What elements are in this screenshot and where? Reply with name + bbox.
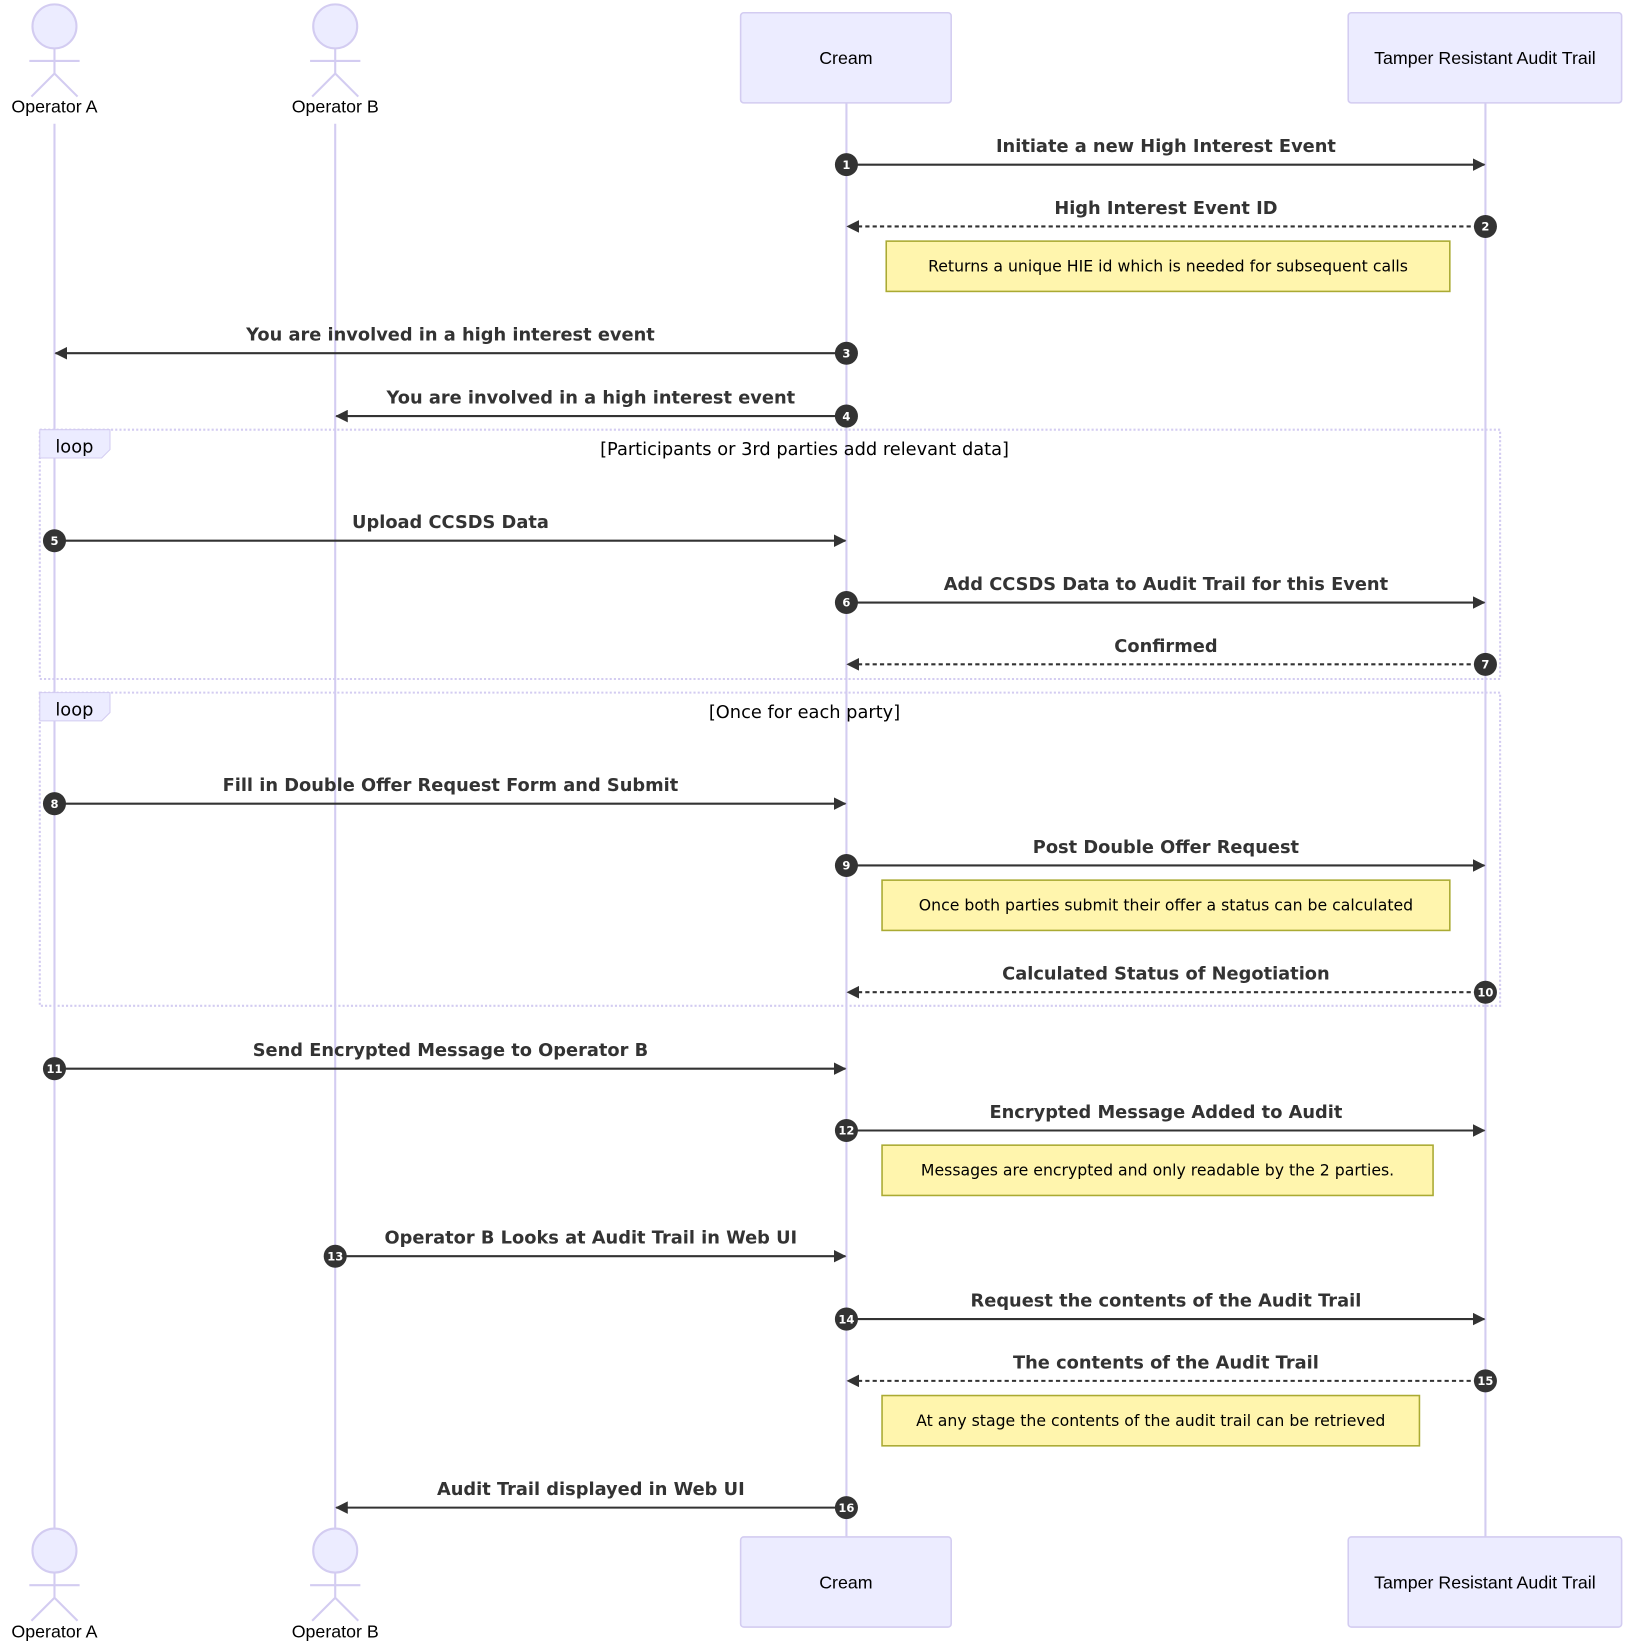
- message-8: Fill in Double Offer Request Form and Su…: [42, 775, 847, 816]
- note: Once both parties submit their offer a s…: [881, 879, 1451, 932]
- sequence-number: 2: [1481, 220, 1489, 234]
- actor-head-icon: [31, 1527, 78, 1574]
- message-12: Encrypted Message Added to Audit 12: [834, 1102, 1486, 1143]
- participant-label: Tamper Resistant Audit Trail: [1374, 48, 1596, 68]
- message-label: Send Encrypted Message to Operator B: [253, 1040, 648, 1061]
- loop-block: loop [Participants or 3rd parties add rel…: [38, 428, 1502, 681]
- message-14: Request the contents of the Audit Trail 1…: [834, 1290, 1486, 1331]
- actor-operator-b-top: Operator B: [292, 3, 379, 116]
- message-2: High Interest Event ID 2: [846, 198, 1497, 238]
- loop-label: loop: [55, 437, 93, 458]
- note-text: Returns a unique HIE id which is needed …: [928, 257, 1408, 276]
- loop-label: loop: [55, 700, 93, 721]
- actor-label: Operator A: [11, 96, 97, 116]
- sequence-number: 8: [50, 797, 58, 811]
- note: Returns a unique HIE id which is needed …: [885, 240, 1451, 293]
- sequence-diagram: loop [Participants or 3rd parties add rel…: [0, 0, 1630, 1644]
- note-text: Once both parties submit their offer a s…: [919, 896, 1413, 915]
- actor-body-icon: [29, 1572, 80, 1622]
- actor-operator-b-bottom: Operator B: [292, 1527, 379, 1642]
- participant-tamper-resistant-audit-trail-top: Tamper Resistant Audit Trail: [1347, 11, 1623, 104]
- message-3: You are involved in a high interest even…: [54, 325, 858, 365]
- message-label: Confirmed: [1114, 636, 1217, 657]
- sequence-number: 7: [1481, 658, 1489, 672]
- actor-operator-a-bottom: Operator A: [11, 1527, 98, 1642]
- message-label: Post Double Offer Request: [1033, 837, 1300, 858]
- participant-cream-bottom: Cream: [739, 1536, 952, 1628]
- sequence-number: 3: [842, 346, 850, 360]
- participant-label: Cream: [819, 1572, 872, 1592]
- participant-cream-top: Cream: [739, 11, 952, 104]
- sequence-number: 4: [842, 409, 850, 423]
- note-text: Messages are encrypted and only readable…: [921, 1161, 1394, 1180]
- loop-condition: [Participants or 3rd parties add relevan…: [600, 439, 1009, 460]
- actor-label: Operator A: [11, 1622, 97, 1642]
- message-7: Confirmed 7: [846, 636, 1497, 676]
- sequence-number: 5: [50, 534, 58, 548]
- participant-label: Cream: [819, 48, 872, 68]
- note: Messages are encrypted and only readable…: [881, 1144, 1434, 1197]
- sequence-number: 12: [838, 1124, 854, 1138]
- sequence-number: 15: [1477, 1374, 1493, 1388]
- message-label: Operator B Looks at Audit Trail in Web U…: [384, 1228, 797, 1249]
- message-16: Audit Trail displayed in Web UI 16: [335, 1479, 858, 1520]
- note-text: At any stage the contents of the audit t…: [916, 1411, 1385, 1430]
- message-11: Send Encrypted Message to Operator B 11: [42, 1040, 847, 1081]
- actor-body-icon: [310, 1572, 361, 1622]
- message-label: You are involved in a high interest even…: [245, 325, 655, 346]
- participant-tamper-resistant-audit-trail-bottom: Tamper Resistant Audit Trail: [1347, 1536, 1623, 1628]
- message-6: Add CCSDS Data to Audit Trail for this E…: [834, 574, 1486, 615]
- sequence-number: 16: [838, 1501, 854, 1515]
- sequence-number: 6: [842, 596, 850, 610]
- message-label: Initiate a new High Interest Event: [996, 136, 1336, 157]
- message-label: Calculated Status of Negotiation: [1002, 964, 1330, 985]
- message-label: You are involved in a high interest even…: [385, 388, 795, 409]
- actor-body-icon: [310, 48, 361, 98]
- sequence-diagram-svg: loop [Participants or 3rd parties add rel…: [11, 3, 1623, 1642]
- message-label: Audit Trail displayed in Web UI: [437, 1479, 745, 1500]
- message-1: Initiate a new High Interest Event 1: [834, 136, 1486, 177]
- message-label: High Interest Event ID: [1054, 198, 1277, 219]
- message-label: Encrypted Message Added to Audit: [989, 1102, 1342, 1123]
- actor-head-icon: [312, 3, 359, 50]
- note: At any stage the contents of the audit t…: [881, 1394, 1421, 1447]
- loop-condition: [Once for each party]: [709, 702, 900, 723]
- participant-label: Tamper Resistant Audit Trail: [1374, 1572, 1596, 1592]
- message-label: Upload CCSDS Data: [352, 512, 549, 533]
- message-13: Operator B Looks at Audit Trail in Web U…: [323, 1228, 847, 1268]
- message-4: You are involved in a high interest even…: [335, 388, 858, 428]
- actor-operator-a-top: Operator A: [11, 3, 98, 116]
- sequence-number: 10: [1477, 985, 1493, 999]
- message-label: Add CCSDS Data to Audit Trail for this E…: [944, 574, 1389, 595]
- message-label: Fill in Double Offer Request Form and Su…: [223, 775, 679, 796]
- sequence-number: 9: [842, 859, 850, 873]
- message-label: The contents of the Audit Trail: [1013, 1352, 1319, 1373]
- actor-head-icon: [31, 3, 78, 50]
- sequence-number: 13: [327, 1249, 343, 1263]
- actor-head-icon: [312, 1527, 359, 1574]
- loop-frame: [38, 428, 1502, 681]
- message-label: Request the contents of the Audit Trail: [971, 1290, 1362, 1311]
- sequence-number: 14: [838, 1312, 854, 1326]
- actor-body-icon: [29, 48, 80, 98]
- actor-label: Operator B: [292, 96, 379, 116]
- sequence-number: 11: [46, 1062, 62, 1076]
- message-15: The contents of the Audit Trail 15: [846, 1352, 1497, 1393]
- message-9: Post Double Offer Request 9: [834, 837, 1486, 877]
- message-10: Calculated Status of Negotiation 10: [846, 964, 1497, 1004]
- message-5: Upload CCSDS Data 5: [42, 512, 847, 553]
- actor-label: Operator B: [292, 1622, 379, 1642]
- sequence-number: 1: [842, 158, 850, 172]
